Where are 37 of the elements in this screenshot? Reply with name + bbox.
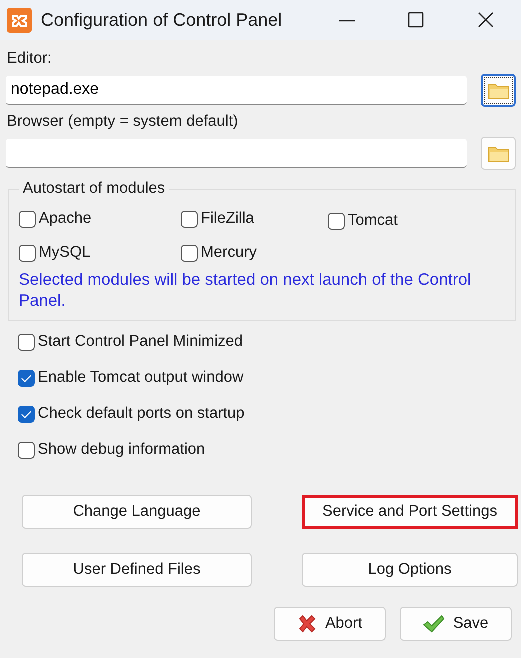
checkbox[interactable] bbox=[19, 210, 36, 228]
app-logo-icon bbox=[7, 8, 32, 32]
field-label: Browser (empty = system default) bbox=[7, 113, 240, 131]
checkbox[interactable] bbox=[18, 370, 35, 386]
action-button[interactable]: Service and Port Settings bbox=[302, 495, 518, 529]
input-field[interactable] bbox=[6, 139, 467, 168]
folder-icon bbox=[488, 144, 510, 162]
checkmark-icon bbox=[423, 615, 446, 633]
input-field[interactable]: notepad.exe bbox=[6, 76, 467, 105]
field-label: Editor: bbox=[7, 50, 53, 68]
checkbox-label: FileZilla bbox=[201, 210, 254, 228]
save-button[interactable]: Save bbox=[400, 607, 512, 641]
checkbox[interactable] bbox=[19, 244, 36, 262]
checkbox[interactable] bbox=[18, 442, 35, 458]
checkbox[interactable] bbox=[181, 244, 198, 262]
checkbox[interactable] bbox=[328, 212, 345, 230]
checkbox-label: Check default ports on startup bbox=[38, 405, 245, 423]
checkbox-label: Start Control Panel Minimized bbox=[38, 333, 244, 351]
checkbox-label: Show debug information bbox=[38, 441, 206, 459]
folder-icon bbox=[488, 82, 510, 100]
checkbox-label: Tomcat bbox=[348, 212, 398, 230]
checkbox[interactable] bbox=[18, 406, 35, 422]
browse-button[interactable] bbox=[481, 74, 516, 107]
window-title: Configuration of Control Panel bbox=[41, 10, 284, 30]
group-title: Autostart of modules bbox=[22, 180, 166, 198]
cross-icon bbox=[297, 614, 318, 634]
checkbox-label: Enable Tomcat output window bbox=[38, 369, 244, 387]
abort-button[interactable]: Abort bbox=[274, 607, 386, 641]
action-button[interactable]: Log Options bbox=[302, 553, 518, 587]
checkbox-label: Mercury bbox=[201, 244, 257, 262]
action-button[interactable]: Change Language bbox=[22, 495, 252, 529]
info-text: Selected modules will be started on next launch of the Control Panel. bbox=[19, 270, 472, 312]
checkbox-label: Apache bbox=[39, 210, 92, 228]
checkbox[interactable] bbox=[18, 334, 35, 350]
action-button[interactable]: User Defined Files bbox=[22, 553, 252, 587]
checkbox[interactable] bbox=[181, 210, 198, 228]
checkbox-label: MySQL bbox=[39, 244, 91, 262]
